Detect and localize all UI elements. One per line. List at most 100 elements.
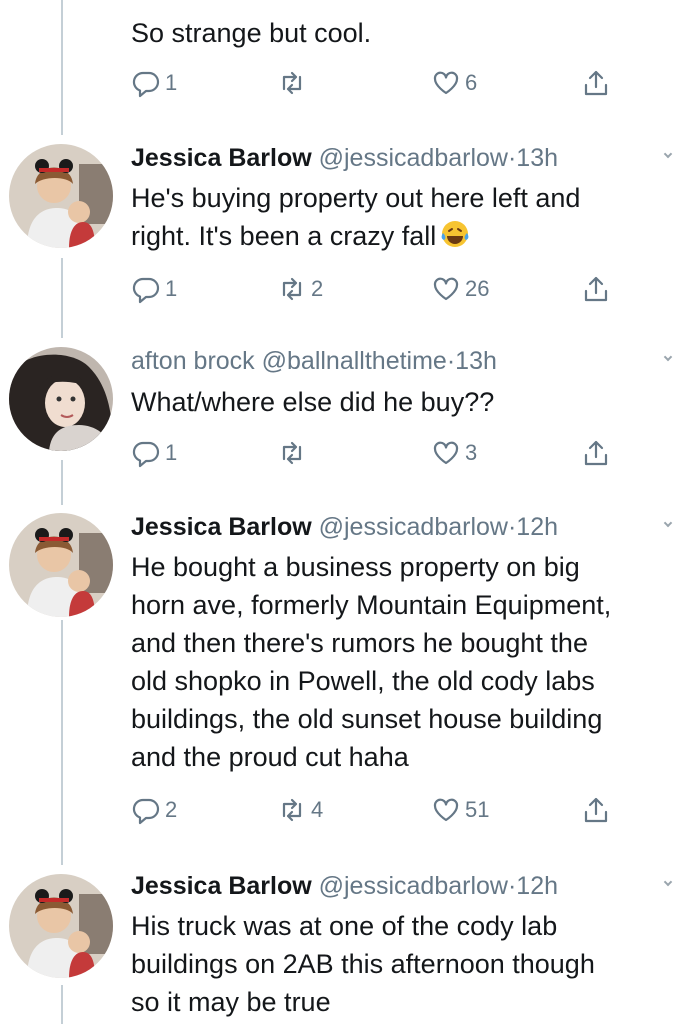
like-count: 6 (465, 70, 478, 95)
reply-icon (132, 798, 160, 825)
like-count: 51 (465, 797, 490, 822)
thread-line (61, 985, 63, 1024)
timestamp[interactable]: 12h (516, 513, 558, 541)
tweet-actions: 1 2 26 (131, 272, 671, 306)
heart-icon (433, 277, 459, 301)
tweet-text: His truck was at one of the cody lab bui… (131, 907, 681, 1021)
tweet-header: Jessica Barlow @jessicadbarlow·13h (131, 143, 673, 173)
avatar[interactable] (9, 347, 113, 451)
timestamp[interactable]: 12h (516, 872, 558, 900)
retweet-icon (282, 798, 302, 822)
retweet-button[interactable]: 2 (277, 272, 323, 306)
like-button[interactable]: 3 (431, 436, 477, 470)
tweet-actions: 1 6 (131, 66, 671, 100)
avatar[interactable] (9, 144, 113, 248)
separator-dot: · (446, 347, 456, 375)
tweet-text-line: and the proud cut haha (131, 742, 409, 772)
chevron-down-icon[interactable] (663, 518, 673, 528)
tweet-text: He's buying property out here left and r… (131, 179, 681, 259)
like-button[interactable]: 51 (431, 793, 489, 827)
retweet-icon (282, 71, 302, 95)
tweet-text-line: and then there's rumors he bought the (131, 628, 588, 658)
user-handle[interactable]: @ballnallthetime (262, 347, 447, 375)
thread-line (61, 620, 63, 865)
user-handle[interactable]: @jessicadbarlow (319, 872, 508, 900)
retweet-button[interactable] (277, 436, 311, 470)
avatar[interactable] (9, 513, 113, 617)
heart-icon (433, 798, 459, 822)
retweet-count: 4 (311, 797, 324, 822)
retweet-button[interactable]: 4 (277, 793, 323, 827)
display-name[interactable]: afton brock (131, 347, 255, 375)
retweet-button[interactable] (277, 66, 311, 100)
face-with-tears-of-joy-emoji (440, 219, 470, 259)
reply-button[interactable]: 2 (131, 793, 177, 827)
share-button[interactable] (581, 272, 611, 306)
tweet-text-line: right. It's been a crazy fall (131, 217, 681, 259)
retweet-count: 2 (311, 276, 324, 301)
share-icon (584, 276, 608, 302)
like-count: 3 (465, 440, 478, 465)
chevron-down-icon[interactable] (663, 352, 673, 362)
tweet-text-line: old shopko in Powell, the old cody labs (131, 666, 595, 696)
share-button[interactable] (581, 66, 611, 100)
heart-icon (433, 71, 459, 95)
display-name[interactable]: Jessica Barlow (131, 144, 312, 172)
tweet-text-line: buildings, the old sunset house building (131, 704, 603, 734)
share-icon (584, 440, 608, 466)
tweet-text: He bought a business property on big hor… (131, 548, 681, 776)
like-count: 26 (465, 276, 490, 301)
tweet-actions: 2 4 51 (131, 793, 671, 827)
tweet-text-segment: right. It's been a crazy fall (131, 221, 437, 251)
avatar-photo (9, 144, 113, 248)
share-button[interactable] (581, 436, 611, 470)
display-name[interactable]: Jessica Barlow (131, 872, 312, 900)
reply-icon (132, 441, 160, 468)
tweet-header: afton brock @ballnallthetime·13h (131, 346, 673, 376)
tweet-text-line: What/where else did he buy?? (131, 387, 495, 417)
share-icon (584, 70, 608, 96)
tweet-text-line: He bought a business property on big (131, 552, 580, 582)
share-icon (584, 797, 608, 823)
thread-line (61, 0, 63, 135)
tweet-text-line: His truck was at one of the cody lab (131, 911, 558, 941)
thread-line (61, 460, 63, 505)
retweet-icon (282, 277, 302, 301)
reply-count: 1 (165, 440, 178, 465)
reply-button[interactable]: 1 (131, 272, 177, 306)
tweet-text-line: horn ave, formerly Mountain Equipment, (131, 590, 612, 620)
tweet-header: Jessica Barlow @jessicadbarlow·12h (131, 512, 673, 542)
avatar[interactable] (9, 874, 113, 978)
avatar-photo (9, 347, 113, 451)
user-handle[interactable]: @jessicadbarlow (319, 144, 508, 172)
user-handle[interactable]: @jessicadbarlow (319, 513, 508, 541)
like-button[interactable]: 6 (431, 66, 477, 100)
like-button[interactable]: 26 (431, 272, 489, 306)
tweet-text-line: buildings on 2AB this afternoon though (131, 949, 595, 979)
tweet-text-line: So strange but cool. (131, 18, 372, 48)
tweet-text: What/where else did he buy?? (131, 383, 681, 421)
avatar-photo (9, 874, 113, 978)
timestamp[interactable]: 13h (516, 144, 558, 172)
tweet-text-line: so it may be true (131, 987, 331, 1017)
chevron-down-icon[interactable] (663, 877, 673, 887)
reply-count: 1 (165, 276, 178, 301)
tweet-header: Jessica Barlow @jessicadbarlow·12h (131, 871, 673, 901)
reply-button[interactable]: 1 (131, 436, 177, 470)
thread-line (61, 258, 63, 338)
tweet-actions: 1 3 (131, 436, 671, 470)
display-name[interactable]: Jessica Barlow (131, 513, 312, 541)
reply-icon (132, 277, 160, 304)
retweet-icon (282, 441, 302, 465)
heart-icon (433, 441, 459, 465)
share-button[interactable] (581, 793, 611, 827)
chevron-down-icon[interactable] (663, 149, 673, 159)
reply-icon (132, 71, 160, 98)
tweet-text: So strange but cool. (131, 14, 681, 52)
reply-count: 2 (165, 797, 178, 822)
reply-count: 1 (165, 70, 178, 95)
avatar-photo (9, 513, 113, 617)
tweet-text-line: He's buying property out here left and (131, 183, 581, 213)
timestamp[interactable]: 13h (455, 347, 497, 375)
reply-button[interactable]: 1 (131, 66, 177, 100)
